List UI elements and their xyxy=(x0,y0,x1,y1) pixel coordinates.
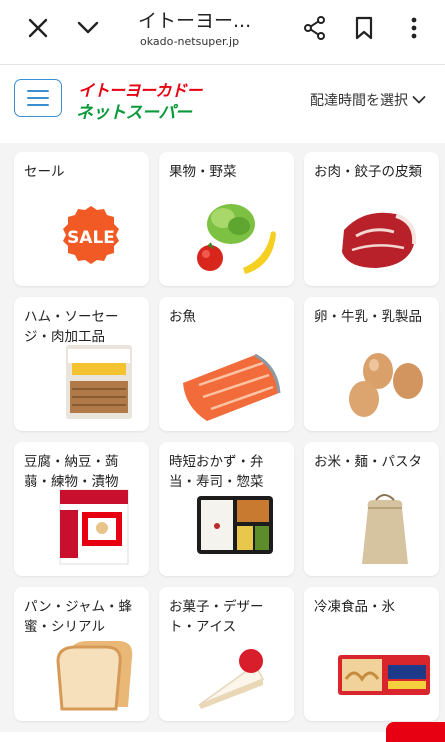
category-card-sweets[interactable]: お菓子・デザート・アイス xyxy=(159,587,294,721)
delivery-time-label: 配達時間を選択 xyxy=(310,93,408,109)
bento-image xyxy=(159,486,294,570)
sale-badge-image: SALE xyxy=(14,196,149,280)
category-card-fruits-vegetables[interactable]: 果物・野菜 xyxy=(159,152,294,286)
category-card-fish[interactable]: お魚 xyxy=(159,297,294,431)
share-icon[interactable] xyxy=(297,10,333,46)
page-url: okado-netsuper.jp xyxy=(140,35,240,48)
close-icon[interactable] xyxy=(20,10,56,46)
category-card-rice-noodles[interactable]: お米・麺・パスタ xyxy=(304,442,439,576)
chevron-down-icon xyxy=(412,96,426,104)
eggs-image xyxy=(304,341,439,425)
category-label: お米・麺・パスタ xyxy=(314,454,422,470)
logo-service-name[interactable]: ネットスーパー xyxy=(76,98,192,123)
hamburger-menu-button[interactable] xyxy=(14,79,62,117)
bread-image xyxy=(14,631,149,715)
bookmark-icon[interactable] xyxy=(346,10,382,46)
category-label: 冷凍食品・氷 xyxy=(314,599,395,615)
category-card-eggs-dairy[interactable]: 卵・牛乳・乳製品 xyxy=(304,297,439,431)
category-card-tofu-natto[interactable]: 豆腐・納豆・蒟蒻・練物・漬物 xyxy=(14,442,149,576)
category-card-sale[interactable]: セール SALE xyxy=(14,152,149,286)
category-card-ham-sausage[interactable]: ハム・ソーセージ・肉加工品 xyxy=(14,297,149,431)
category-label: お肉・餃子の皮類 xyxy=(314,164,422,180)
category-label: 卵・牛乳・乳製品 xyxy=(314,309,422,325)
category-card-frozen[interactable]: 冷凍食品・氷 xyxy=(304,587,439,721)
rice-bag-image xyxy=(304,486,439,570)
meat-image xyxy=(304,196,439,280)
natto-package-image xyxy=(14,486,149,570)
delivery-time-selector[interactable]: 配達時間を選択 xyxy=(310,90,426,110)
page-title: イトーヨー... xyxy=(138,10,252,32)
chevron-down-icon[interactable] xyxy=(70,10,106,46)
category-card-meat[interactable]: お肉・餃子の皮類 xyxy=(304,152,439,286)
site-header: イトーヨーカドー ネットスーパー 配達時間を選択 xyxy=(0,65,445,143)
category-card-bread[interactable]: パン・ジャム・蜂蜜・シリアル xyxy=(14,587,149,721)
hamburger-icon xyxy=(27,90,49,92)
browser-toolbar: イトーヨー... okado-netsuper.jp xyxy=(0,0,445,64)
category-card-side-dishes[interactable]: 時短おかず・弁当・寿司・惣菜 xyxy=(159,442,294,576)
category-label: セール xyxy=(24,164,65,180)
cake-image xyxy=(159,631,294,715)
sale-badge-text: SALE xyxy=(67,228,115,248)
category-label: 果物・野菜 xyxy=(169,164,237,180)
fruits-vegetables-image xyxy=(159,196,294,280)
floating-action-button[interactable] xyxy=(386,722,445,742)
salmon-image xyxy=(159,341,294,425)
gyoza-package-image xyxy=(304,631,439,715)
sausage-package-image xyxy=(14,341,149,425)
category-label: お魚 xyxy=(169,309,196,325)
more-vertical-icon[interactable] xyxy=(396,10,432,46)
